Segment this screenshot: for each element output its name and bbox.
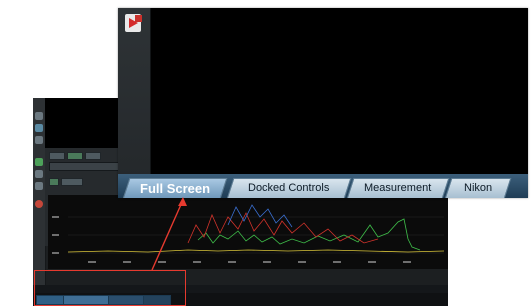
zoomed-app-window: Full Screen Docked Controls Measurement … bbox=[118, 8, 528, 198]
tab-full-screen[interactable]: Full Screen bbox=[122, 178, 228, 198]
red-arrow-app-icon[interactable] bbox=[123, 12, 145, 34]
tool-icon[interactable] bbox=[35, 112, 43, 120]
intensity-graph bbox=[52, 204, 445, 263]
image-display-area bbox=[151, 8, 528, 182]
graph-x-ticks bbox=[88, 261, 411, 263]
graph-y-ticks bbox=[52, 216, 59, 254]
panel-button[interactable] bbox=[67, 152, 83, 160]
callout-highlight-box bbox=[34, 270, 186, 306]
graph-series-yellow bbox=[67, 249, 445, 253]
tab-label: Full Screen bbox=[139, 181, 211, 196]
panel-button[interactable] bbox=[85, 152, 101, 160]
graph-series-green bbox=[197, 218, 421, 251]
tool-icon[interactable] bbox=[35, 182, 43, 190]
tab-label: Docked Controls bbox=[248, 182, 330, 194]
tab-label: Measurement bbox=[364, 182, 432, 194]
graph-grid bbox=[68, 216, 444, 254]
tool-icon[interactable] bbox=[35, 158, 43, 166]
tab-measurement[interactable]: Measurement bbox=[346, 178, 450, 198]
panel-button[interactable] bbox=[61, 178, 83, 186]
panel-button[interactable] bbox=[49, 178, 59, 186]
tool-icon[interactable] bbox=[35, 124, 43, 132]
record-icon[interactable] bbox=[35, 200, 43, 208]
tab-nikon[interactable]: Nikon bbox=[444, 178, 512, 198]
intensity-graph-panel bbox=[48, 195, 448, 269]
panel-field[interactable] bbox=[49, 162, 121, 171]
tab-docked-controls[interactable]: Docked Controls bbox=[226, 178, 352, 198]
left-toolbar bbox=[118, 8, 151, 182]
tool-icon[interactable] bbox=[35, 170, 43, 178]
view-tab-bar: Full Screen Docked Controls Measurement … bbox=[118, 174, 528, 198]
panel-button[interactable] bbox=[49, 152, 65, 160]
tool-icon[interactable] bbox=[35, 136, 43, 144]
tab-label: Nikon bbox=[463, 182, 493, 194]
